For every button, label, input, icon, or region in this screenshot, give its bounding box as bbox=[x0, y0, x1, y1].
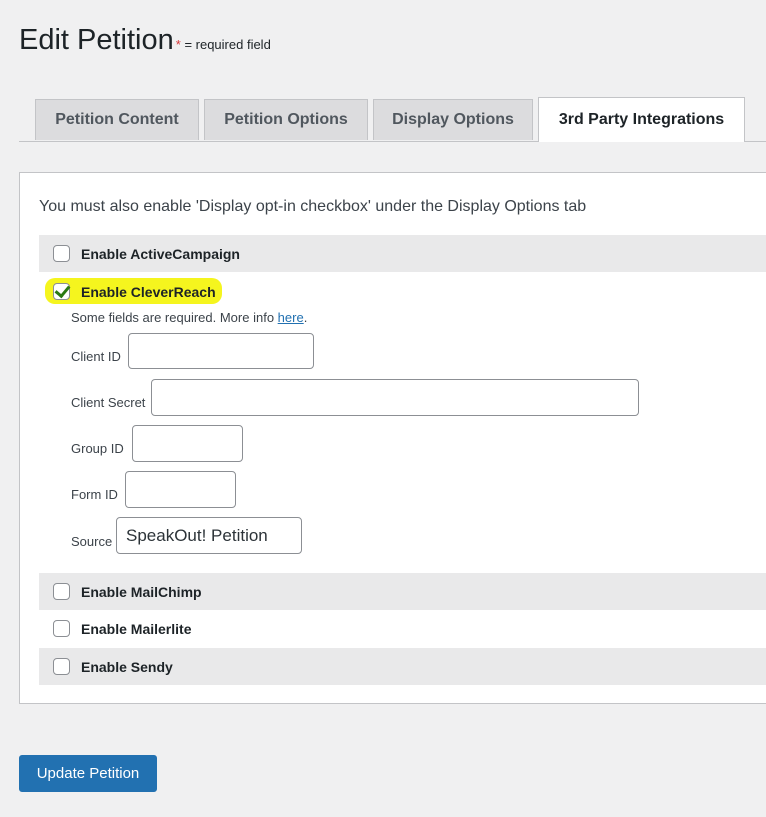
tab-label: 3rd Party Integrations bbox=[558, 111, 725, 128]
mailchimp-checkbox[interactable] bbox=[53, 583, 70, 600]
tab-label: Petition Options bbox=[224, 111, 348, 128]
mailerlite-label[interactable]: Enable Mailerlite bbox=[81, 621, 191, 637]
update-petition-button[interactable]: Update Petition bbox=[19, 755, 157, 792]
integration-row-mailerlite: Enable Mailerlite bbox=[39, 610, 766, 647]
page-title: Edit Petition * = required field bbox=[19, 24, 271, 57]
tab-display-options[interactable]: Display Options bbox=[373, 99, 533, 140]
tab-3rd-party-integrations[interactable]: 3rd Party Integrations bbox=[538, 97, 745, 142]
tab-label: Petition Content bbox=[55, 111, 179, 128]
source-input[interactable] bbox=[116, 517, 302, 554]
integration-row-cleverreach: Enable CleverReach bbox=[39, 273, 766, 310]
client-secret-label: Client Secret bbox=[71, 395, 146, 410]
opt-in-notice: You must also enable 'Display opt-in che… bbox=[39, 198, 587, 215]
source-label: Source bbox=[71, 534, 113, 549]
integration-row-activecampaign: Enable ActiveCampaign bbox=[39, 235, 766, 272]
cleverreach-label[interactable]: Enable CleverReach bbox=[81, 284, 216, 300]
integration-row-sendy: Enable Sendy bbox=[39, 648, 766, 685]
page-heading: Edit Petition bbox=[19, 24, 174, 56]
client-id-input[interactable] bbox=[128, 333, 314, 369]
mailchimp-label[interactable]: Enable MailChimp bbox=[81, 584, 202, 600]
required-info-text: Some fields are required. More info bbox=[71, 310, 278, 325]
more-info-link[interactable]: here bbox=[278, 310, 304, 325]
tab-label: Display Options bbox=[392, 111, 514, 128]
tab-petition-options[interactable]: Petition Options bbox=[204, 99, 368, 140]
activecampaign-checkbox[interactable] bbox=[53, 245, 70, 262]
integration-row-mailchimp: Enable MailChimp bbox=[39, 573, 766, 610]
mailerlite-checkbox[interactable] bbox=[53, 620, 70, 637]
group-id-label: Group ID bbox=[71, 441, 124, 456]
form-id-label: Form ID bbox=[71, 487, 118, 502]
tab-petition-content[interactable]: Petition Content bbox=[35, 99, 199, 140]
required-info-end: . bbox=[303, 310, 308, 325]
tab-bar: Petition Content Petition Options Displa… bbox=[19, 97, 766, 142]
sendy-label[interactable]: Enable Sendy bbox=[81, 659, 173, 675]
group-id-input[interactable] bbox=[132, 425, 243, 462]
sendy-checkbox[interactable] bbox=[53, 658, 70, 675]
required-info: Some fields are required. More info here… bbox=[71, 310, 307, 325]
required-note: = required field bbox=[180, 37, 271, 52]
cleverreach-checkbox[interactable] bbox=[53, 283, 70, 300]
integrations-panel: You must also enable 'Display opt-in che… bbox=[19, 172, 766, 704]
client-secret-input[interactable] bbox=[151, 379, 639, 416]
activecampaign-label[interactable]: Enable ActiveCampaign bbox=[81, 246, 240, 262]
client-id-label: Client ID bbox=[71, 349, 121, 364]
form-id-input[interactable] bbox=[125, 471, 236, 508]
